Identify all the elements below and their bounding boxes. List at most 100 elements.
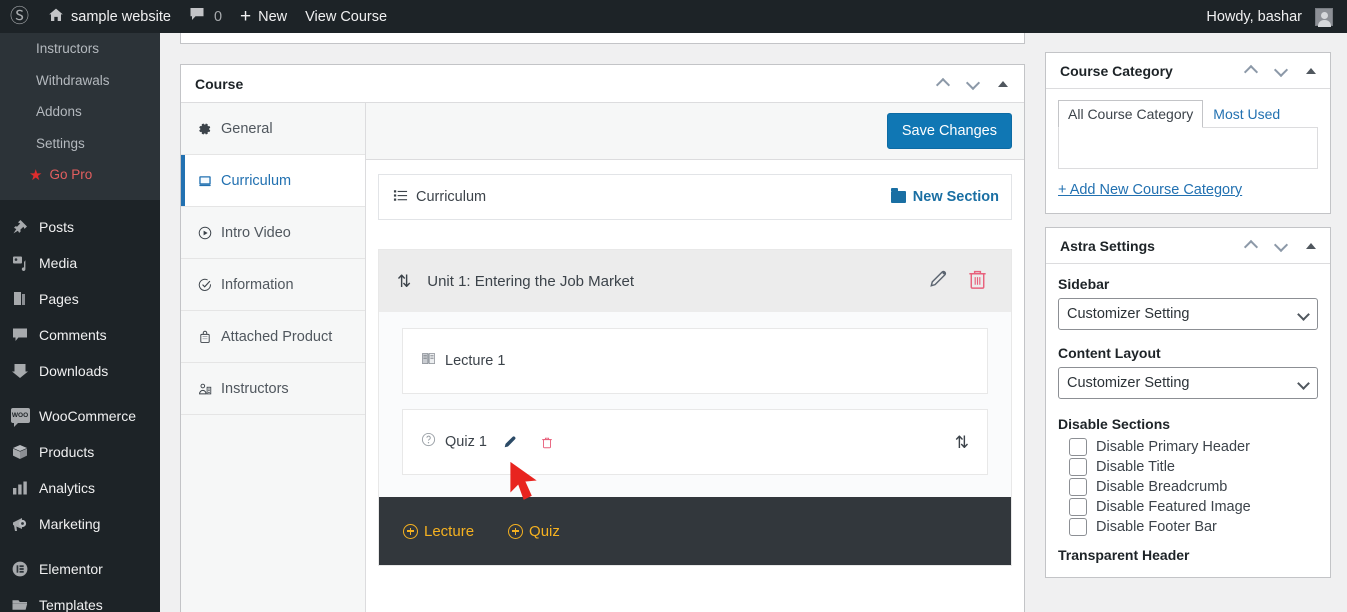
folder-icon xyxy=(890,188,906,203)
checkbox-row[interactable]: Disable Primary Header xyxy=(1058,437,1318,457)
content-layout-select-value: Customizer Setting xyxy=(1067,375,1190,391)
sidebar-item-elementor[interactable]: Elementor xyxy=(0,551,160,587)
chevron-down-icon xyxy=(1299,379,1308,388)
disable-title-checkbox[interactable] xyxy=(1069,458,1087,476)
tab-curriculum[interactable]: Curriculum xyxy=(181,155,365,207)
lecture-book-icon xyxy=(421,351,436,371)
chevron-up-icon xyxy=(1246,65,1257,76)
move-down-button[interactable] xyxy=(1266,231,1296,261)
checkbox-row[interactable]: Disable Footer Bar xyxy=(1058,517,1318,537)
tab-information-label: Information xyxy=(221,276,294,293)
sidebar-item-pages-label: Pages xyxy=(39,290,79,307)
move-up-button[interactable] xyxy=(928,69,958,99)
checkbox-label: Disable Title xyxy=(1096,459,1175,475)
tab-intro-video[interactable]: Intro Video xyxy=(181,207,365,259)
wp-admin-bar: Ⓢ sample website 0 + New View Course How… xyxy=(0,0,1347,33)
list-icon xyxy=(393,188,408,207)
sidebar-item-withdrawals[interactable]: Withdrawals xyxy=(0,65,160,97)
sidebar-item-woocommerce[interactable]: WOO WooCommerce xyxy=(0,398,160,434)
toggle-panel-button[interactable] xyxy=(1296,231,1326,261)
wp-logo-menu[interactable]: Ⓢ xyxy=(0,0,39,33)
delete-quiz-button[interactable] xyxy=(540,435,554,450)
content-layout-select[interactable]: Customizer Setting xyxy=(1058,367,1318,399)
new-content-menu[interactable]: + New xyxy=(231,0,296,33)
tab-instructors[interactable]: Instructors xyxy=(181,363,365,415)
tab-most-used[interactable]: Most Used xyxy=(1203,100,1290,128)
disable-breadcrumb-checkbox[interactable] xyxy=(1069,478,1087,496)
sidebar-item-products[interactable]: Products xyxy=(0,434,160,470)
curriculum-wrapper: Curriculum New Section ⇅ Unit 1: Enterin… xyxy=(366,160,1024,580)
chevron-down-icon xyxy=(1276,240,1287,251)
sidebar-item-instructors[interactable]: Instructors xyxy=(0,33,160,65)
sort-updown-icon[interactable]: ⇅ xyxy=(397,273,411,290)
comment-bubble-icon xyxy=(10,325,30,345)
edit-quiz-button[interactable] xyxy=(502,434,518,450)
plus-circle-icon xyxy=(508,523,524,539)
sidebar-item-media[interactable]: Media xyxy=(0,245,160,281)
sidebar-item-elementor-label: Elementor xyxy=(39,560,103,577)
download-icon xyxy=(10,361,30,381)
course-postbox: Course General Curriculum Intro Video In… xyxy=(180,64,1025,612)
toggle-panel-button[interactable] xyxy=(1296,56,1326,86)
chevron-up-icon xyxy=(1246,240,1257,251)
sidebar-item-go-pro-label: Go Pro xyxy=(49,167,93,183)
toggle-panel-button[interactable] xyxy=(988,69,1018,99)
disable-featured-image-checkbox[interactable] xyxy=(1069,498,1087,516)
checkbox-row[interactable]: Disable Breadcrumb xyxy=(1058,477,1318,497)
checkbox-row[interactable]: Disable Featured Image xyxy=(1058,497,1318,517)
triangle-up-icon xyxy=(998,80,1008,87)
add-quiz-button[interactable]: Quiz xyxy=(508,523,560,540)
sidebar-item-posts[interactable]: Posts xyxy=(0,209,160,245)
disable-footer-bar-checkbox[interactable] xyxy=(1069,518,1087,536)
sidebar-item-pages[interactable]: Pages xyxy=(0,281,160,317)
lesson-row-lecture[interactable]: Lecture 1 xyxy=(402,328,988,394)
delete-section-button[interactable] xyxy=(966,267,989,296)
sidebar-item-settings[interactable]: Settings xyxy=(0,128,160,160)
view-course-link[interactable]: View Course xyxy=(296,0,396,33)
sidebar-item-downloads[interactable]: Downloads xyxy=(0,353,160,389)
move-down-button[interactable] xyxy=(1266,56,1296,86)
sidebar-item-go-pro[interactable]: ★ Go Pro xyxy=(0,159,160,191)
checkbox-label: Disable Featured Image xyxy=(1096,499,1251,515)
move-up-button[interactable] xyxy=(1236,56,1266,86)
add-lecture-button[interactable]: Lecture xyxy=(403,523,474,540)
lesson-row-quiz[interactable]: Quiz 1 ⇅ xyxy=(402,409,988,475)
sidebar-item-templates-label: Templates xyxy=(39,596,103,612)
elementor-icon xyxy=(10,559,30,579)
category-checklist[interactable] xyxy=(1058,127,1318,169)
site-name-menu[interactable]: sample website xyxy=(39,0,180,33)
tab-attached-product[interactable]: Attached Product xyxy=(181,311,365,363)
sidebar-item-comments[interactable]: Comments xyxy=(0,317,160,353)
new-section-button[interactable]: New Section xyxy=(890,188,999,205)
sidebar-item-marketing[interactable]: Marketing xyxy=(0,506,160,542)
sidebar-item-templates[interactable]: Templates xyxy=(0,587,160,612)
new-section-label: New Section xyxy=(912,189,999,205)
sidebar-select-value: Customizer Setting xyxy=(1067,306,1190,322)
sidebar-select[interactable]: Customizer Setting xyxy=(1058,298,1318,330)
section-title: Unit 1: Entering the Job Market xyxy=(427,272,635,290)
howdy-label: Howdy, bashar xyxy=(1206,8,1302,25)
astra-settings-header: Astra Settings xyxy=(1046,228,1330,264)
star-icon: ★ xyxy=(29,166,43,184)
checkbox-row[interactable]: Disable Title xyxy=(1058,457,1318,477)
tab-general[interactable]: General xyxy=(181,103,365,155)
edit-section-button[interactable] xyxy=(927,267,950,295)
main-content-area: Course General Curriculum Intro Video In… xyxy=(160,33,1347,612)
move-up-button[interactable] xyxy=(1236,231,1266,261)
sidebar-item-addons[interactable]: Addons xyxy=(0,96,160,128)
sidebar-item-analytics[interactable]: Analytics xyxy=(0,470,160,506)
move-down-button[interactable] xyxy=(958,69,988,99)
check-circle-icon xyxy=(197,278,213,292)
sort-updown-icon[interactable]: ⇅ xyxy=(955,434,969,451)
chevron-down-icon xyxy=(1276,65,1287,76)
account-menu[interactable]: Howdy, bashar xyxy=(1197,0,1347,33)
save-changes-button[interactable]: Save Changes xyxy=(886,113,1012,149)
comments-menu[interactable]: 0 xyxy=(180,0,231,33)
tab-all-course-category[interactable]: All Course Category xyxy=(1058,100,1204,128)
clipped-panel-above xyxy=(180,33,1025,44)
curriculum-header: Curriculum New Section xyxy=(378,174,1012,220)
tab-information[interactable]: Information xyxy=(181,259,365,311)
add-new-course-category-link[interactable]: + Add New Course Category xyxy=(1058,182,1242,198)
sidebar-item-analytics-label: Analytics xyxy=(39,479,96,496)
disable-primary-header-checkbox[interactable] xyxy=(1069,438,1087,456)
